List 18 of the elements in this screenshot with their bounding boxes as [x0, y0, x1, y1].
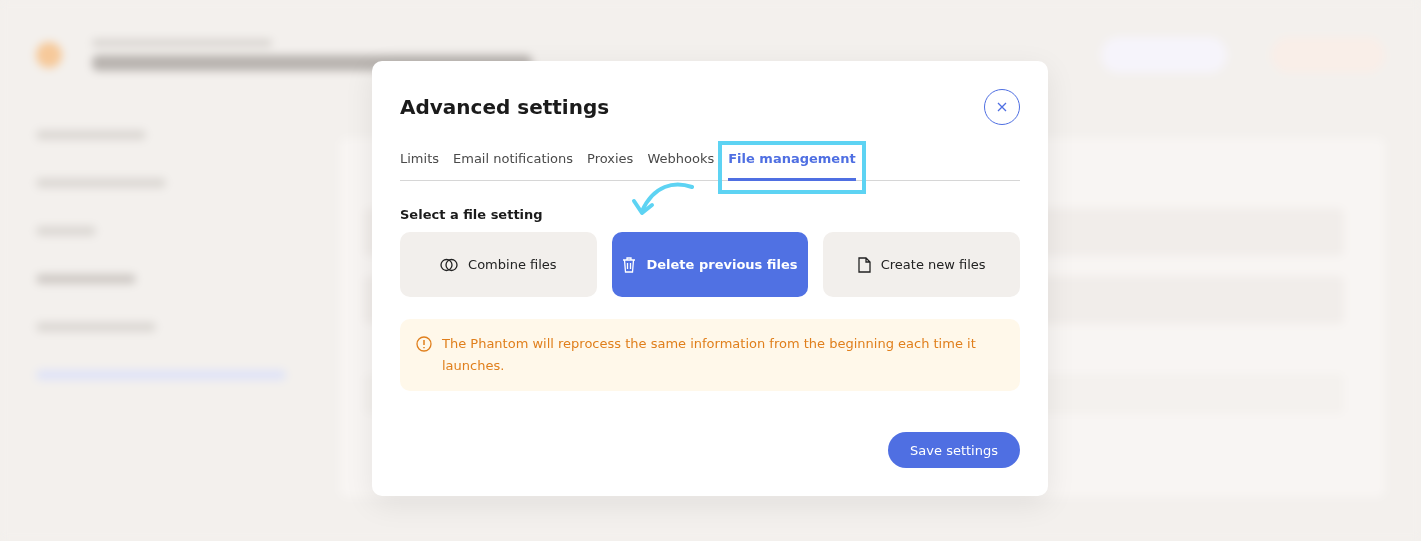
tab[interactable]: Limits	[400, 151, 439, 181]
file-setting-option[interactable]: Create new files	[823, 232, 1020, 297]
tab[interactable]: File management	[728, 151, 856, 181]
warning-icon	[416, 336, 432, 352]
file-setting-option[interactable]: Combine files	[400, 232, 597, 297]
document-icon	[857, 256, 871, 273]
close-icon	[997, 102, 1007, 112]
modal-title: Advanced settings	[400, 95, 610, 119]
tab[interactable]: Email notifications	[453, 151, 574, 181]
trash-icon	[622, 256, 637, 273]
section-label: Select a file setting	[400, 207, 543, 222]
warning-text: The Phantom will reprocess the same information from the beginning each time it launches.	[442, 335, 977, 375]
save-settings-button[interactable]: Save settings	[888, 432, 1020, 468]
close-button[interactable]	[984, 89, 1020, 125]
tab[interactable]: Webhooks	[647, 151, 715, 181]
file-setting-option[interactable]: Delete previous files	[611, 232, 809, 297]
overlapping-circles-icon	[440, 256, 459, 273]
tab[interactable]: Proxies	[587, 151, 634, 181]
